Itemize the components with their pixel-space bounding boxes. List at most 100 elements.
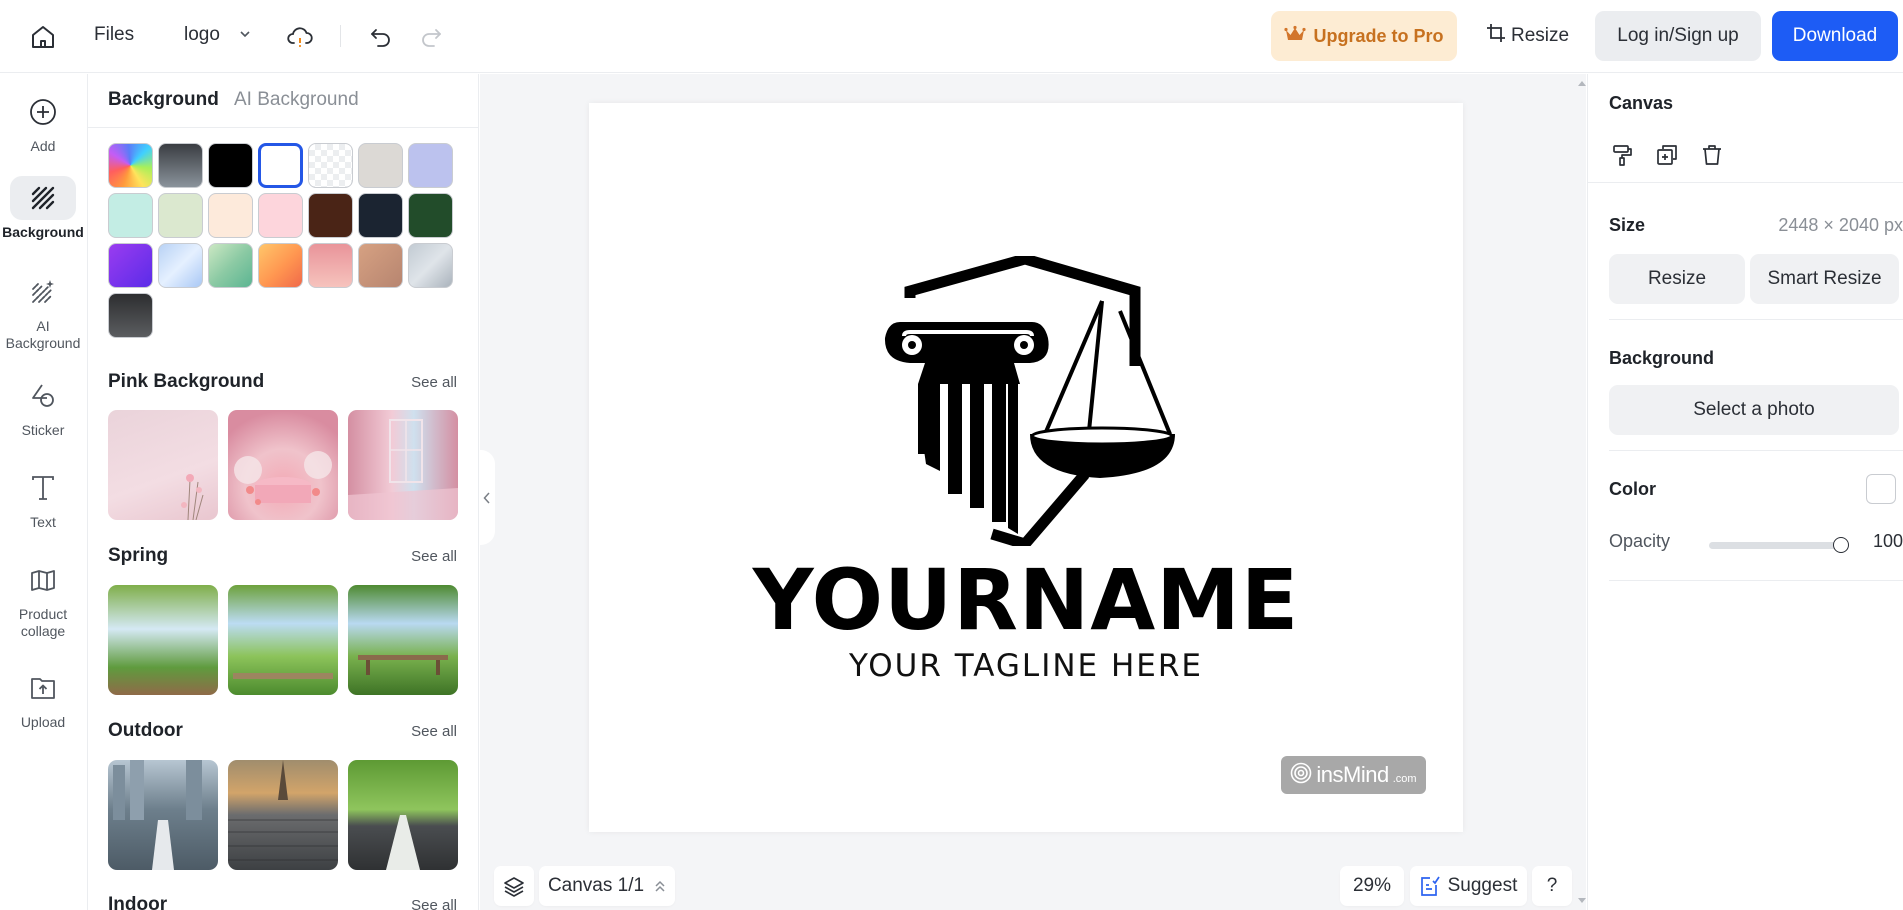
panel-tabs: Background AI Background [88, 74, 478, 128]
swatch-brown[interactable] [308, 193, 353, 238]
chevron-down-icon[interactable] [236, 25, 254, 43]
layers-button[interactable] [494, 866, 534, 906]
swatch-transparent[interactable] [308, 143, 353, 188]
swatch-cream[interactable] [208, 193, 253, 238]
workspace-scrollbar[interactable] [1578, 74, 1586, 910]
duplicate-page-icon[interactable] [1653, 141, 1681, 169]
see-all-outdoor[interactable]: See all [411, 723, 457, 740]
collapse-panel-handle[interactable] [479, 450, 495, 545]
rail-label: Product collage [18, 606, 68, 639]
undo-icon[interactable] [366, 22, 396, 52]
swatch-charcoal-gradient[interactable] [108, 293, 153, 338]
resize-label: Resize [1511, 25, 1570, 46]
background-section-title: Background [1609, 348, 1715, 368]
swatch-sage[interactable] [158, 193, 203, 238]
thumb-outdoor-1[interactable] [108, 760, 218, 870]
thumb-spring-1[interactable] [108, 585, 218, 695]
opacity-slider-thumb[interactable] [1833, 537, 1849, 553]
rail-item-add[interactable]: Add [0, 90, 86, 155]
logo-tagline-text[interactable]: YOUR TAGLINE HERE [589, 648, 1463, 684]
see-all-spring[interactable]: See all [411, 548, 457, 565]
help-button[interactable]: ? [1532, 866, 1572, 906]
swatch-mint[interactable] [108, 193, 153, 238]
thumb-spring-2[interactable] [228, 585, 338, 695]
thumb-pink-3[interactable] [348, 410, 458, 520]
swatch-orange-gradient[interactable] [258, 243, 303, 288]
page-indicator-button[interactable]: Canvas 1/1 [539, 866, 675, 906]
swatch-dark-gray-gradient[interactable] [158, 143, 203, 188]
swatch-copper-gradient[interactable] [358, 243, 403, 288]
swatch-navy[interactable] [358, 193, 403, 238]
zoom-level-button[interactable]: 29% [1340, 866, 1404, 906]
rail-label: Background [2, 224, 84, 240]
scroll-down-arrow-icon[interactable] [1578, 898, 1586, 904]
crown-icon [1284, 25, 1307, 48]
thumb-outdoor-2[interactable] [228, 760, 338, 870]
collage-icon [10, 558, 76, 602]
swatch-light-gray[interactable] [358, 143, 403, 188]
section-title-indoor: Indoor [108, 894, 168, 910]
smart-resize-button[interactable]: Smart Resize [1750, 254, 1899, 304]
watermark-domain: .com [1392, 773, 1417, 785]
swatch-green-gradient[interactable] [208, 243, 253, 288]
login-signup-button[interactable]: Log in/Sign up [1595, 11, 1761, 61]
background-color-swatch[interactable] [1866, 474, 1896, 504]
download-button[interactable]: Download [1772, 11, 1898, 61]
rail-item-background[interactable]: Background [0, 176, 86, 241]
left-tool-rail: Add Background AI Background Sticker Tex… [0, 74, 88, 910]
canvas-resize-button[interactable]: Resize [1609, 254, 1745, 304]
suggest-label: Suggest [1447, 875, 1518, 896]
scroll-up-arrow-icon[interactable] [1578, 80, 1586, 86]
home-icon[interactable] [26, 20, 60, 54]
thumb-pink-2[interactable] [228, 410, 338, 520]
resize-button[interactable]: Resize [1486, 11, 1569, 61]
layers-icon [504, 877, 524, 897]
rail-label: Sticker [21, 422, 65, 438]
tab-ai-background[interactable]: AI Background [234, 89, 359, 111]
select-photo-button[interactable]: Select a photo [1609, 385, 1899, 435]
swatch-sky-gradient[interactable] [158, 243, 203, 288]
swatch-forest-green[interactable] [408, 193, 453, 238]
upload-folder-icon [10, 666, 76, 710]
swatch-purple-gradient[interactable] [108, 243, 153, 288]
opacity-slider-track[interactable] [1709, 542, 1841, 549]
rail-item-sticker[interactable]: Sticker [0, 374, 86, 439]
section-title-pink: Pink Background [108, 371, 265, 392]
swatch-lavender[interactable] [408, 143, 453, 188]
thumb-spring-3[interactable] [348, 585, 458, 695]
rail-item-text[interactable]: Text [0, 466, 86, 531]
files-menu[interactable]: Files [94, 24, 134, 46]
tab-background[interactable]: Background [108, 89, 219, 111]
paint-roller-icon[interactable] [1609, 141, 1637, 169]
opacity-value[interactable]: 100 [1873, 531, 1903, 552]
see-all-pink[interactable]: See all [411, 374, 457, 391]
rail-label: Upload [20, 714, 66, 730]
project-name[interactable]: logo [184, 24, 220, 46]
design-canvas[interactable]: YOURNAME YOUR TAGLINE HERE insMind .com [589, 103, 1463, 832]
thumb-outdoor-3[interactable] [348, 760, 458, 870]
section-title-spring: Spring [108, 545, 169, 566]
rail-item-upload[interactable]: Upload [0, 666, 86, 731]
swatch-pink[interactable] [258, 193, 303, 238]
suggest-icon [1420, 876, 1440, 896]
swatch-white[interactable] [258, 143, 303, 188]
upgrade-label: Upgrade to Pro [1313, 25, 1444, 46]
suggest-button[interactable]: Suggest [1410, 866, 1527, 906]
logo-name-text[interactable]: YOURNAME [589, 551, 1463, 649]
color-section-title: Color [1609, 479, 1656, 499]
opacity-label: Opacity [1609, 531, 1671, 551]
background-panel: Background AI Background Pink Background… [88, 74, 479, 910]
trash-icon[interactable] [1698, 141, 1726, 169]
rail-item-product-collage[interactable]: Product collage [0, 558, 86, 640]
thumb-pink-1[interactable] [108, 410, 218, 520]
cloud-sync-warning-icon[interactable] [285, 22, 315, 52]
rail-item-ai-background[interactable]: AI Background [0, 270, 86, 352]
see-all-indoor[interactable]: See all [411, 897, 457, 910]
swatch-rainbow-gradient[interactable] [108, 143, 153, 188]
swatch-black[interactable] [208, 143, 253, 188]
redo-icon[interactable] [416, 22, 446, 52]
swatch-silver-gradient[interactable] [408, 243, 453, 288]
swatch-rose-gradient[interactable] [308, 243, 353, 288]
upgrade-to-pro-button[interactable]: Upgrade to Pro [1271, 11, 1457, 61]
ai-background-icon [10, 270, 76, 314]
